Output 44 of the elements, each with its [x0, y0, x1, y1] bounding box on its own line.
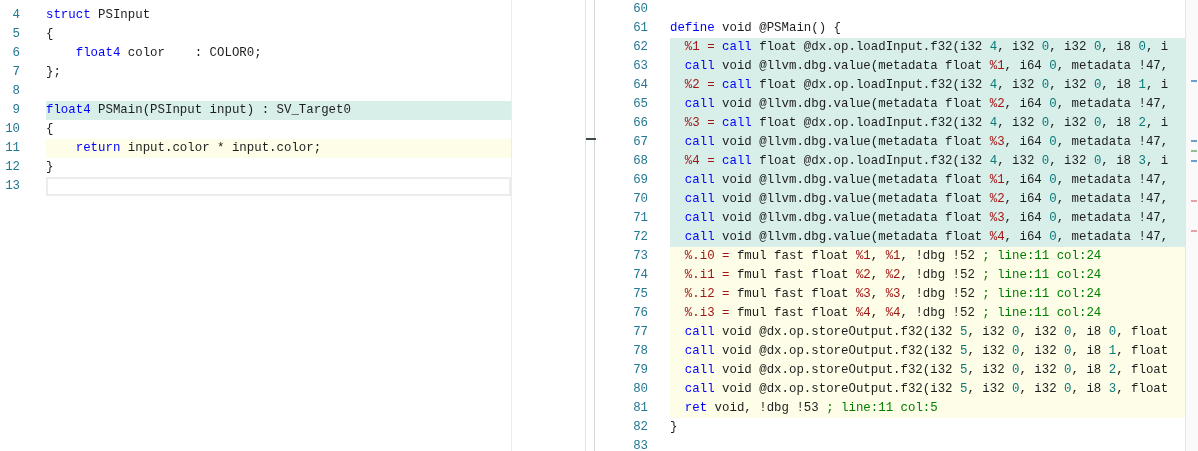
line-number: 78: [632, 343, 649, 360]
line-number: 5: [11, 26, 21, 43]
code-line: };: [46, 64, 62, 81]
code-line: define void @PSMain() {: [670, 20, 843, 37]
line-number: 83: [632, 438, 649, 451]
line-number: 79: [632, 362, 649, 379]
code-line: {: [46, 121, 55, 138]
line-number: 75: [632, 286, 649, 303]
line-number: 60: [632, 1, 649, 18]
line-number: 6: [11, 45, 21, 62]
line-number: 81: [632, 400, 649, 417]
code-line: struct PSInput: [46, 7, 152, 24]
line-number: 13: [4, 178, 21, 195]
line-number: 65: [632, 96, 649, 113]
line-number: 72: [632, 229, 649, 246]
line-number: 80: [632, 381, 649, 398]
line-number: 4: [11, 7, 21, 24]
line-number: 61: [632, 20, 649, 37]
line-number: 7: [11, 64, 21, 81]
line-number: 76: [632, 305, 649, 322]
line-number: 74: [632, 267, 649, 284]
line-number: 12: [4, 159, 21, 176]
line-number: 69: [632, 172, 649, 189]
line-number: 63: [632, 58, 649, 75]
line-number: 82: [632, 419, 649, 436]
line-number: 71: [632, 210, 649, 227]
code-line: float4 color : COLOR0;: [74, 45, 263, 62]
code-line: }: [670, 419, 679, 436]
line-number: 11: [4, 140, 21, 157]
line-number: 9: [11, 102, 21, 119]
line-number: 70: [632, 191, 649, 208]
line-number: 68: [632, 153, 649, 170]
line-number: 62: [632, 39, 649, 56]
code-line: {: [46, 26, 55, 43]
line-number: 67: [632, 134, 649, 151]
line-number: 64: [632, 77, 649, 94]
splitter[interactable]: [585, 0, 595, 451]
line-number: 66: [632, 115, 649, 132]
line-number: 73: [632, 248, 649, 265]
line-number: 8: [11, 83, 21, 100]
line-number: 77: [632, 324, 649, 341]
line-number: 10: [4, 121, 21, 138]
code-line: }: [46, 159, 55, 176]
scrollbar-overview[interactable]: [1185, 0, 1198, 451]
